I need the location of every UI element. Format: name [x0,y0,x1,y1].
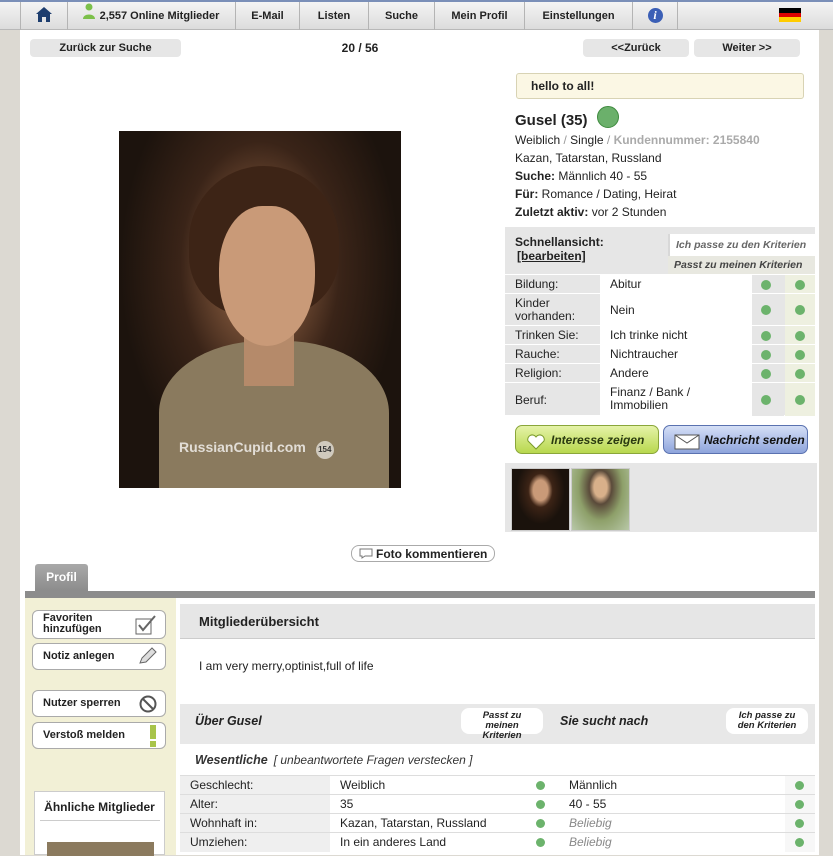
quick-view-edit-link[interactable]: [bearbeiten] [517,249,586,263]
she-seeks-heading: Sie sucht nach [560,714,649,728]
result-counter: 20 / 56 [341,41,379,55]
tab-bar [25,591,815,598]
match-dot [795,350,805,360]
sidebar: Favoriten hinzufügen Notiz anlegen Nutze… [25,598,176,856]
match-dot [761,331,771,341]
i-match-criteria-tag: Ich passe zu den Kriterien [726,708,808,734]
profile-for: Für: Romance / Dating, Heirat [515,187,677,201]
match-dot [795,280,805,290]
quick-view-row: Bildung: Abitur [505,274,815,294]
detail-row: Geschlecht: Weiblich Männlich [180,775,815,795]
checkbox-icon [135,615,157,638]
block-user-button[interactable]: Nutzer sperren [32,690,166,717]
prev-button[interactable]: <<Zurück [583,39,689,57]
quick-view-row: Beruf: Finanz / Bank / Immobilien [505,382,815,416]
envelope-icon [674,432,700,461]
home-icon [36,7,52,22]
german-flag-icon[interactable] [779,8,801,22]
match-dot [761,280,771,290]
detail-row: Umziehen: In ein anderes Land Beliebig [180,832,815,852]
comment-photo-button[interactable]: Foto kommentieren [351,545,495,562]
online-status-icon [597,106,619,128]
online-count: 2,557 Online Mitglieder [99,10,220,22]
profile-photo[interactable]: RussianCupid.com 154 [119,131,401,488]
add-favorite-button[interactable]: Favoriten hinzufügen [32,610,166,639]
profile-last-active: Zuletzt aktiv: vor 2 Stunden [515,205,667,219]
detail-row: Wohnhaft in: Kazan, Tatarstan, Russland … [180,813,815,833]
tab-profil[interactable]: Profil [35,564,88,591]
send-message-button[interactable]: Nachricht senden [663,425,808,454]
quick-view-title: Schnellansicht: [515,235,604,249]
info-button[interactable]: i [633,2,678,30]
heart-icon [526,432,546,461]
overview-title: Mitgliederübersicht [180,604,815,639]
match-dot [536,800,545,809]
match-dot [795,331,805,341]
nav-mein-profil[interactable]: Mein Profil [435,2,525,30]
match-dot [761,369,771,379]
add-note-button[interactable]: Notiz anlegen [32,643,166,670]
person-icon [82,2,95,30]
match-dot [795,838,804,847]
quick-view-row: Rauche: Nichtraucher [505,344,815,364]
info-icon: i [647,8,663,23]
nav-listen[interactable]: Listen [300,2,369,30]
thumbnail[interactable] [511,468,570,531]
hide-unanswered-link[interactable]: [ unbeantwortete Fragen verstecken ] [274,753,473,767]
home-button[interactable] [20,2,68,30]
match-dot [795,305,805,315]
nav-einstellungen[interactable]: Einstellungen [525,2,633,30]
match-dot [761,350,771,360]
photo-thumbnails [505,463,817,532]
about-text: I am very merry,optinist,full of life [199,659,374,673]
watermark: RussianCupid.com 154 [179,439,334,459]
top-navigation: 2,557 Online Mitglieder E-Mail Listen Su… [0,0,833,30]
thumbnail[interactable] [571,468,630,531]
photo-count-badge: 154 [315,441,334,459]
quick-view-header-matches-theirs: Ich passe zu den Kriterien [668,234,815,256]
match-dot [761,305,771,315]
nav-suche[interactable]: Suche [369,2,435,30]
quick-view-row: Trinken Sie: Ich trinke nicht [505,325,815,345]
status-message: hello to all! [516,73,804,99]
show-interest-button[interactable]: Interesse zeigen [515,425,659,454]
detail-row: Alter: 35 40 - 55 [180,794,815,814]
essentials-heading: Wesentliche[ unbeantwortete Fragen verst… [195,753,473,767]
match-dot [761,395,771,405]
comparison-header: Über Gusel Passt zu meinen Kriterien Sie… [180,704,815,744]
match-dot [795,819,804,828]
match-dot [795,369,805,379]
pencil-icon [137,647,157,677]
speech-bubble-icon [359,547,373,561]
match-dot [536,838,545,847]
exclamation-icon [149,725,157,757]
nav-email[interactable]: E-Mail [236,2,300,30]
back-to-search-button[interactable]: Zurück zur Suche [30,39,181,57]
match-dot [795,800,804,809]
similar-members-box: Ähnliche Mitglieder [34,791,165,856]
match-dot [795,395,805,405]
similar-members-title: Ähnliche Mitglieder [44,800,155,814]
online-members-link[interactable]: 2,557 Online Mitglieder [67,2,236,30]
match-dot [536,819,545,828]
profile-seeking: Suche: Männlich 40 - 55 [515,169,648,183]
next-button[interactable]: Weiter >> [694,39,800,57]
block-icon [139,695,157,723]
match-dot [536,781,545,790]
quick-view-row: Religion: Andere [505,363,815,383]
quick-view-row: Kinder vorhanden: Nein [505,293,815,326]
matches-my-criteria-tag: Passt zu meinen Kriterien [461,708,543,741]
similar-member-thumbnail[interactable] [47,842,154,856]
profile-name: Gusel (35) [515,112,588,129]
report-violation-button[interactable]: Verstoß melden [32,722,166,749]
about-her-heading: Über Gusel [195,714,262,728]
match-dot [795,781,804,790]
profile-location: Kazan, Tatarstan, Russland [515,151,662,165]
profile-gender-line: Weiblich / Single / Kundennummer: 215584… [515,133,760,147]
quick-view-header-matches-mine: Passt zu meinen Kriterien [668,256,815,274]
quick-view-panel: Schnellansicht: [bearbeiten] Ich passe z… [505,227,815,416]
